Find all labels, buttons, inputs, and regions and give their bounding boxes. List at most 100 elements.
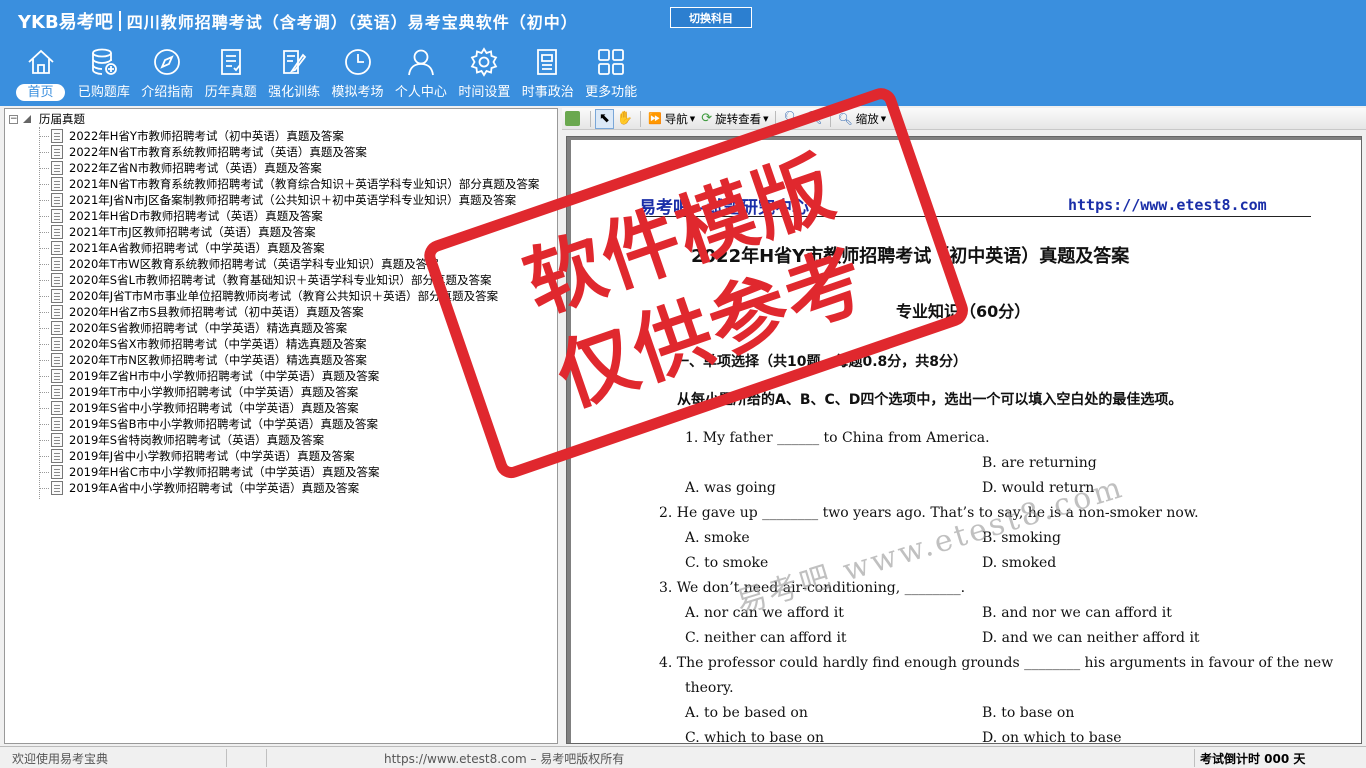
- toolbar-separator: [640, 110, 642, 127]
- tree-item[interactable]: 2020年J省T市M市事业单位招聘教师岗考试（教育公共知识＋英语）部分真题及答案: [39, 288, 498, 304]
- save-button[interactable]: [562, 109, 586, 129]
- nav-past-exams[interactable]: 历年真题: [198, 46, 263, 104]
- tree-connector: [39, 263, 49, 265]
- tree-connector: [39, 199, 49, 201]
- doc-subtitle: 专业知识（60分）: [896, 302, 1031, 321]
- brand: YKB易考吧 四川教师招聘考试（含考调）（英语）易考宝典软件（初中）: [18, 8, 578, 34]
- status-divider: [226, 749, 227, 767]
- doc-text-line: A. smoke: [685, 530, 750, 546]
- doc-text-line: B. and nor we can afford it: [982, 605, 1172, 621]
- collapse-icon[interactable]: −: [9, 114, 18, 124]
- tree-connector: [39, 407, 49, 409]
- doc-text-line: B. smoking: [982, 530, 1062, 546]
- document-icon: [51, 305, 63, 319]
- tree-item-label: 2019年S省中小学教师招聘考试（中学英语）真题及答案: [69, 401, 359, 415]
- tree-item[interactable]: 2020年S省X市教师招聘考试（中学英语）精选真题及答案: [39, 336, 366, 352]
- document-icon: [51, 177, 63, 191]
- tree-item[interactable]: 2019年H省C市中小学教师招聘考试（中学英语）真题及答案: [39, 464, 379, 480]
- nav-home[interactable]: 首页: [8, 46, 73, 104]
- tree-item-label: 2019年A省中小学教师招聘考试（中学英语）真题及答案: [69, 481, 360, 495]
- document-icon: [51, 209, 63, 223]
- doc-text-line: A. was going: [685, 480, 776, 496]
- tree-item[interactable]: 2022年Z省N市教师招聘考试（英语）真题及答案: [39, 160, 322, 176]
- tree-item[interactable]: 2019年S省中小学教师招聘考试（中学英语）真题及答案: [39, 400, 359, 416]
- status-divider: [266, 749, 267, 767]
- nav-time-settings[interactable]: 时间设置: [452, 46, 517, 104]
- document-icon: [51, 241, 63, 255]
- document-icon: [51, 193, 63, 207]
- tree-item-label: 2020年S省教师招聘考试（中学英语）精选真题及答案: [69, 321, 348, 335]
- tree-item[interactable]: 2019年A省中小学教师招聘考试（中学英语）真题及答案: [39, 480, 359, 496]
- hand-icon: ✋: [616, 111, 634, 126]
- tree-item[interactable]: 2022年N省T市教育系统教师招聘考试（英语）真题及答案: [39, 144, 367, 160]
- nav-current-affairs[interactable]: 时事政治: [515, 46, 580, 104]
- tree-item[interactable]: 2019年S省特岗教师招聘考试（英语）真题及答案: [39, 432, 324, 448]
- news-icon: [536, 49, 557, 75]
- tree-item[interactable]: 2019年Z省H市中小学教师招聘考试（中学英语）真题及答案: [39, 368, 379, 384]
- zoom-in-button[interactable]: 🔍︎: [803, 109, 826, 129]
- tree-item[interactable]: 2020年H省Z市S县教师招聘考试（初中英语）真题及答案: [39, 304, 364, 320]
- nav-personal-center[interactable]: 个人中心: [388, 46, 453, 104]
- tree-item-label: 2022年H省Y市教师招聘考试（初中英语）真题及答案: [69, 129, 344, 143]
- grid-icon: [598, 49, 625, 75]
- viewer-toolbar: ⬉ ✋ ⏩ 导航 ▼ ⟳ 旋转查看 ▼ 🔍︎ 🔍︎ 🔍︎ 缩放 ▼: [562, 108, 1366, 130]
- tree-item[interactable]: 2019年T市中小学教师招聘考试（中学英语）真题及答案: [39, 384, 358, 400]
- select-tool-button[interactable]: ⬉: [595, 108, 614, 129]
- tree-item[interactable]: 2020年S省L市教师招聘考试（教育基础知识＋英语学科专业知识）部分真题及答案: [39, 272, 491, 288]
- tree-connector: [39, 375, 49, 377]
- tree-item-label: 2021年H省D市教师招聘考试（英语）真题及答案: [69, 209, 323, 223]
- tree-item[interactable]: 2021年A省教师招聘考试（中学英语）真题及答案: [39, 240, 325, 256]
- tree-item-label: 2020年J省T市M市事业单位招聘教师岗考试（教育公共知识＋英语）部分真题及答案: [69, 289, 499, 303]
- nav-training[interactable]: 强化训练: [262, 46, 327, 104]
- zoom-out-button[interactable]: 🔍︎: [780, 109, 803, 129]
- app-logo: YKB易考吧: [18, 12, 113, 33]
- nav-guide[interactable]: 介绍指南: [135, 46, 200, 104]
- save-icon: [565, 111, 580, 126]
- tree-root-label: 历届真题: [39, 112, 85, 126]
- tree-item-label: 2020年T市N区教师招聘考试（中学英语）精选真题及答案: [69, 353, 367, 367]
- tree-item[interactable]: 2021年J省N市J区备案制教师招聘考试（公共知识＋初中英语学科专业知识）真题及…: [39, 192, 516, 208]
- nav-more-functions[interactable]: 更多功能: [579, 46, 644, 104]
- tree-item-label: 2021年N省T市教育系统教师招聘考试（教育综合知识＋英语学科专业知识）部分真题…: [69, 177, 540, 191]
- tree-item[interactable]: 2022年H省Y市教师招聘考试（初中英语）真题及答案: [39, 128, 344, 144]
- tree-item[interactable]: 2020年T市N区教师招聘考试（中学英语）精选真题及答案: [39, 352, 367, 368]
- zoom-label: 缩放: [855, 111, 879, 126]
- tree-item[interactable]: 2021年T市J区教师招聘考试（英语）真题及答案: [39, 224, 316, 240]
- tree-root[interactable]: − 历届真题: [9, 111, 85, 127]
- folder-icon: [23, 115, 31, 123]
- nav-purchased-banks[interactable]: 已购题库: [71, 46, 136, 104]
- rotate-view-button[interactable]: ⟳ 旋转查看 ▼: [698, 109, 771, 129]
- page-area[interactable]: 易考吧—试题研究中心 https://www.etest8.com 2022年H…: [566, 136, 1362, 744]
- tree-item[interactable]: 2020年S省教师招聘考试（中学英语）精选真题及答案: [39, 320, 347, 336]
- tree-connector: [39, 215, 49, 217]
- tree-item-label: 2019年H省C市中小学教师招聘考试（中学英语）真题及答案: [69, 465, 380, 479]
- tree-connector: [39, 247, 49, 249]
- tree-item[interactable]: 2021年N省T市教育系统教师招聘考试（教育综合知识＋英语学科专业知识）部分真题…: [39, 176, 539, 192]
- document-icon: [51, 465, 63, 479]
- navigate-button[interactable]: ⏩ 导航 ▼: [645, 109, 698, 129]
- tree-item[interactable]: 2019年J省中小学教师招聘考试（中学英语）真题及答案: [39, 448, 355, 464]
- tree-connector: [39, 455, 49, 457]
- app-header: YKB易考吧 四川教师招聘考试（含考调）（英语）易考宝典软件（初中） 切换科目 …: [0, 0, 1366, 106]
- switch-subject-button[interactable]: 切换科目: [670, 7, 752, 28]
- doc-text-line: B. to base on: [982, 705, 1075, 721]
- doc-text-line: 2. He gave up ________ two years ago. Th…: [659, 505, 1199, 521]
- rotate-icon: ⟳: [701, 111, 713, 126]
- status-copyright: https://www.etest8.com – 易考吧版权所有: [384, 752, 625, 766]
- tree-item-label: 2019年J省中小学教师招聘考试（中学英语）真题及答案: [69, 449, 355, 463]
- nav-mock-exam[interactable]: 模拟考场: [325, 46, 390, 104]
- zoom-menu-button[interactable]: 🔍︎ 缩放 ▼: [835, 109, 890, 129]
- tree-item[interactable]: 2021年H省D市教师招聘考试（英语）真题及答案: [39, 208, 323, 224]
- exam-countdown: 考试倒计时 000 天: [1200, 752, 1306, 766]
- doc-text-line: C. neither can afford it: [685, 630, 847, 646]
- pan-tool-button[interactable]: ✋: [614, 109, 636, 129]
- app-title: 四川教师招聘考试（含考调）（英语）易考宝典软件（初中）: [126, 13, 578, 32]
- document-icon: [51, 129, 63, 143]
- tree-item-label: 2021年J省N市J区备案制教师招聘考试（公共知识＋初中英语学科专业知识）真题及…: [69, 193, 517, 207]
- doc-text-line: A. to be based on: [685, 705, 808, 721]
- status-divider: [1194, 749, 1195, 767]
- document-icon: [51, 401, 63, 415]
- tree-item[interactable]: 2019年S省B市中小学教师招聘考试（中学英语）真题及答案: [39, 416, 378, 432]
- tree-item-label: 2020年H省Z市S县教师招聘考试（初中英语）真题及答案: [69, 305, 364, 319]
- tree-item[interactable]: 2020年T市W区教育系统教师招聘考试（英语学科专业知识）真题及答案: [39, 256, 439, 272]
